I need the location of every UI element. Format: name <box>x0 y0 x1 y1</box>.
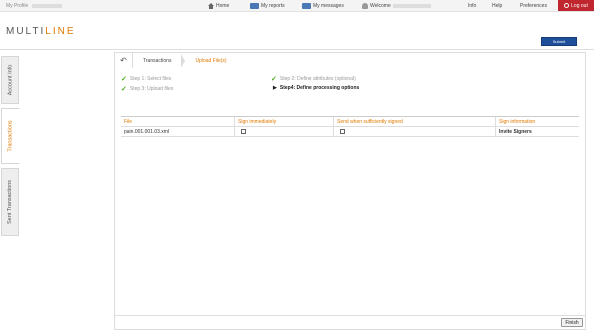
welcome-label: Welcome <box>370 3 391 9</box>
logout-label: Log out <box>571 2 588 9</box>
breadcrumb-transactions-label: Transactions <box>143 57 172 64</box>
tab-sent-transactions[interactable]: Sent Transactions <box>1 168 19 236</box>
logo-main: MULTI <box>6 26 46 37</box>
step-3: ✓ Step 3: Upload files <box>121 85 173 93</box>
wizard-steps: ✓ Step 1: Select files ✓ Step 3: Upload … <box>121 75 561 95</box>
main-panel: ↶ Transactions Upload File(s) ✓ Step 1: … <box>114 52 586 330</box>
step-1: ✓ Step 1: Select files <box>121 75 171 83</box>
back-arrow-icon: ↶ <box>120 56 127 65</box>
user-name-redacted <box>392 4 431 8</box>
header-button-label: Submit <box>552 39 566 44</box>
table-row: pain.001.001.03.xml Invite Signers <box>121 126 579 137</box>
sidebar: Account Info Transactions Sent Transacti… <box>0 50 20 331</box>
finish-label: Finish <box>565 319 579 326</box>
header-divider <box>0 49 594 50</box>
power-icon <box>564 3 570 8</box>
current-step-arrow-icon: ▶ <box>273 85 277 91</box>
tab-transactions-label: Transactions <box>7 120 14 152</box>
messages-icon <box>302 3 311 9</box>
help-label: Help <box>492 3 503 9</box>
col-send-when-signed: Send when sufficiently signed <box>333 116 495 127</box>
help-link[interactable]: Help <box>492 2 502 10</box>
sign-immediately-checkbox[interactable] <box>241 129 246 134</box>
back-button[interactable]: ↶ <box>115 53 133 68</box>
profile-label: My Profile <box>6 3 29 9</box>
tab-sent-transactions-label: Sent Transactions <box>7 179 13 225</box>
col-sign-immediately: Sign immediately <box>234 116 333 127</box>
info-link[interactable]: Info <box>468 2 476 10</box>
check-icon: ✓ <box>121 86 127 93</box>
check-icon: ✓ <box>121 76 127 83</box>
finish-button[interactable]: Finish <box>561 318 583 327</box>
reports-icon <box>250 3 259 9</box>
step-4-label: Step4: Define processing options <box>279 85 360 91</box>
user-icon <box>362 3 368 9</box>
footer-divider <box>115 315 585 316</box>
home-label: Home <box>216 3 230 9</box>
step-4: ▶ Step4: Define processing options <box>273 85 359 91</box>
table-header: File Sign immediately Send when sufficie… <box>121 116 579 127</box>
step-2: ✓ Step 2: Define attributes (optional) <box>271 75 356 83</box>
header-button[interactable]: Submit <box>541 37 577 46</box>
sign-immediately-cell <box>234 126 333 137</box>
brand-logo: MULTILINE <box>6 26 76 37</box>
top-bar: My Profile Home My reports My messages W… <box>0 0 594 12</box>
tab-account-info[interactable]: Account Info <box>1 56 19 104</box>
files-table: File Sign immediately Send when sufficie… <box>121 116 579 137</box>
step-3-label: Step 3: Upload files <box>129 86 174 92</box>
send-when-signed-cell <box>333 126 495 137</box>
my-messages-link[interactable]: My messages <box>302 2 344 10</box>
logo-accent: LINE <box>45 26 76 37</box>
my-reports-link[interactable]: My reports <box>250 2 285 10</box>
file-name: pain.001.001.03.xml <box>124 128 170 135</box>
step-2-label: Step 2: Define attributes (optional) <box>279 76 356 82</box>
profile-link[interactable]: My Profile <box>6 3 62 9</box>
invite-signers-link[interactable]: Invite Signers <box>495 126 579 137</box>
home-icon <box>208 3 214 9</box>
col-file: File <box>124 118 133 125</box>
breadcrumb: ↶ Transactions Upload File(s) <box>115 53 585 68</box>
preferences-link[interactable]: Preferences <box>520 2 547 10</box>
tab-transactions[interactable]: Transactions <box>1 108 19 164</box>
breadcrumb-transactions[interactable]: Transactions <box>133 53 181 68</box>
logout-button[interactable]: Log out <box>558 0 594 11</box>
preferences-label: Preferences <box>520 3 547 9</box>
check-icon: ✓ <box>271 76 277 83</box>
step-1-label: Step 1: Select files <box>129 76 172 82</box>
welcome-user: Welcome <box>362 2 431 10</box>
info-label: Info <box>468 3 477 9</box>
breadcrumb-upload: Upload File(s) <box>185 53 236 68</box>
send-when-signed-checkbox[interactable] <box>340 129 345 134</box>
tab-account-info-label: Account Info <box>7 64 14 96</box>
col-sign-information: Sign information <box>495 116 579 127</box>
messages-label: My messages <box>313 3 344 9</box>
profile-name-redacted <box>31 3 62 8</box>
breadcrumb-upload-label: Upload File(s) <box>195 57 227 64</box>
reports-label: My reports <box>261 3 285 9</box>
home-link[interactable]: Home <box>208 2 229 10</box>
